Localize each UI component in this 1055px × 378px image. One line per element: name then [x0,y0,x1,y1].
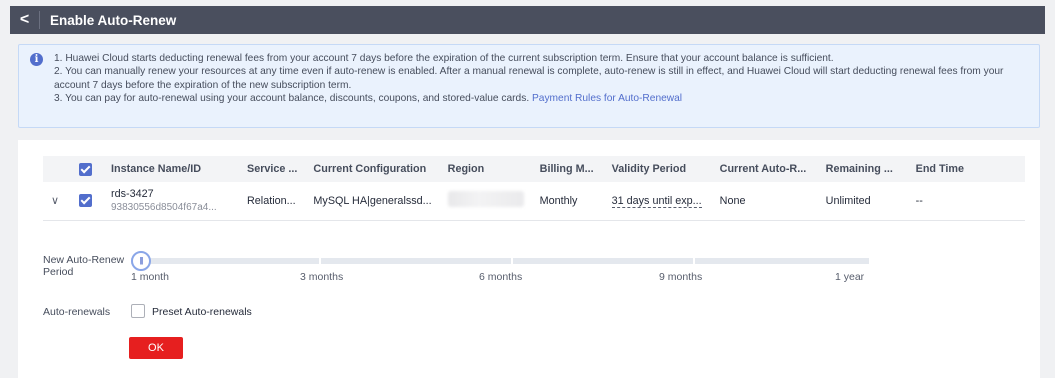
column-header: Current Auto-R... [711,156,818,182]
column-header: Instance Name/ID [103,156,239,182]
column-header: Region [439,156,532,182]
auto-renewals-label: Auto-renewals [43,306,111,318]
row-checkbox[interactable] [71,182,103,221]
info-icon: i [30,53,43,66]
column-header: Billing M... [531,156,604,182]
remaining-cell: Unlimited [817,182,908,221]
validity-tooltip-trigger[interactable]: 31 days until exp... [611,194,702,208]
checkbox-checked-icon [79,162,92,176]
period-option[interactable]: 6 months [479,271,522,283]
select-all-checkbox[interactable] [71,156,103,182]
expand-toggle[interactable]: ∨ [43,182,71,221]
back-icon[interactable]: < [10,11,40,29]
validity-cell: 31 days until exp... [603,182,712,221]
auto-renew-cell: None [711,182,818,221]
period-option[interactable]: 3 months [300,271,343,283]
billing-cell: Monthly [531,182,604,221]
region-cell [439,182,532,221]
config-cell: MySQL HA|generalssd... [305,182,440,221]
notice-line-1: 1. Huawei Cloud starts deducting renewal… [54,53,834,64]
page-header: < Enable Auto-Renew [10,6,1045,34]
payment-rules-link[interactable]: Payment Rules for Auto-Renewal [532,93,682,104]
instance-cell: rds-3427 93830556d8504f67a4... [103,182,239,221]
instance-id: 93830556d8504f67a4... [111,202,217,214]
preset-auto-renewals-label[interactable]: Preset Auto-renewals [152,306,252,318]
column-header: End Time [907,156,1025,182]
column-header: Remaining ... [817,156,908,182]
notice-line-3: 3. You can pay for auto-renewal using yo… [54,93,683,105]
ok-button[interactable]: OK [129,337,183,359]
page-title: Enable Auto-Renew [50,12,177,28]
main-panel: Instance Name/ID Service ... Current Con… [18,140,1040,378]
checkbox-checked-icon [79,194,92,208]
instance-name: rds-3427 [111,188,154,201]
period-slider-track[interactable] [131,258,869,264]
slider-handle[interactable]: ||| [131,251,151,271]
table-row: ∨ rds-3427 93830556d8504f67a4... Relatio… [43,182,1025,221]
period-option[interactable]: 1 month [131,271,169,283]
notice-line-2: 2. You can manually renew your resources… [54,66,1004,91]
column-header: Validity Period [603,156,712,182]
chevron-down-icon: ∨ [51,195,60,208]
column-header: Current Configuration [305,156,440,182]
period-option[interactable]: 1 year [835,271,864,283]
service-cell: Relation... [239,182,306,221]
redacted-region [447,191,524,208]
preset-auto-renewals-checkbox[interactable] [131,304,145,318]
period-option[interactable]: 9 months [659,271,702,283]
instance-table: Instance Name/ID Service ... Current Con… [43,156,1025,221]
end-time-cell: -- [907,182,1025,221]
column-header: Service ... [239,156,306,182]
info-notice: i 1. Huawei Cloud starts deducting renew… [18,44,1040,128]
renew-period-label: New Auto-Renew Period [43,254,125,278]
